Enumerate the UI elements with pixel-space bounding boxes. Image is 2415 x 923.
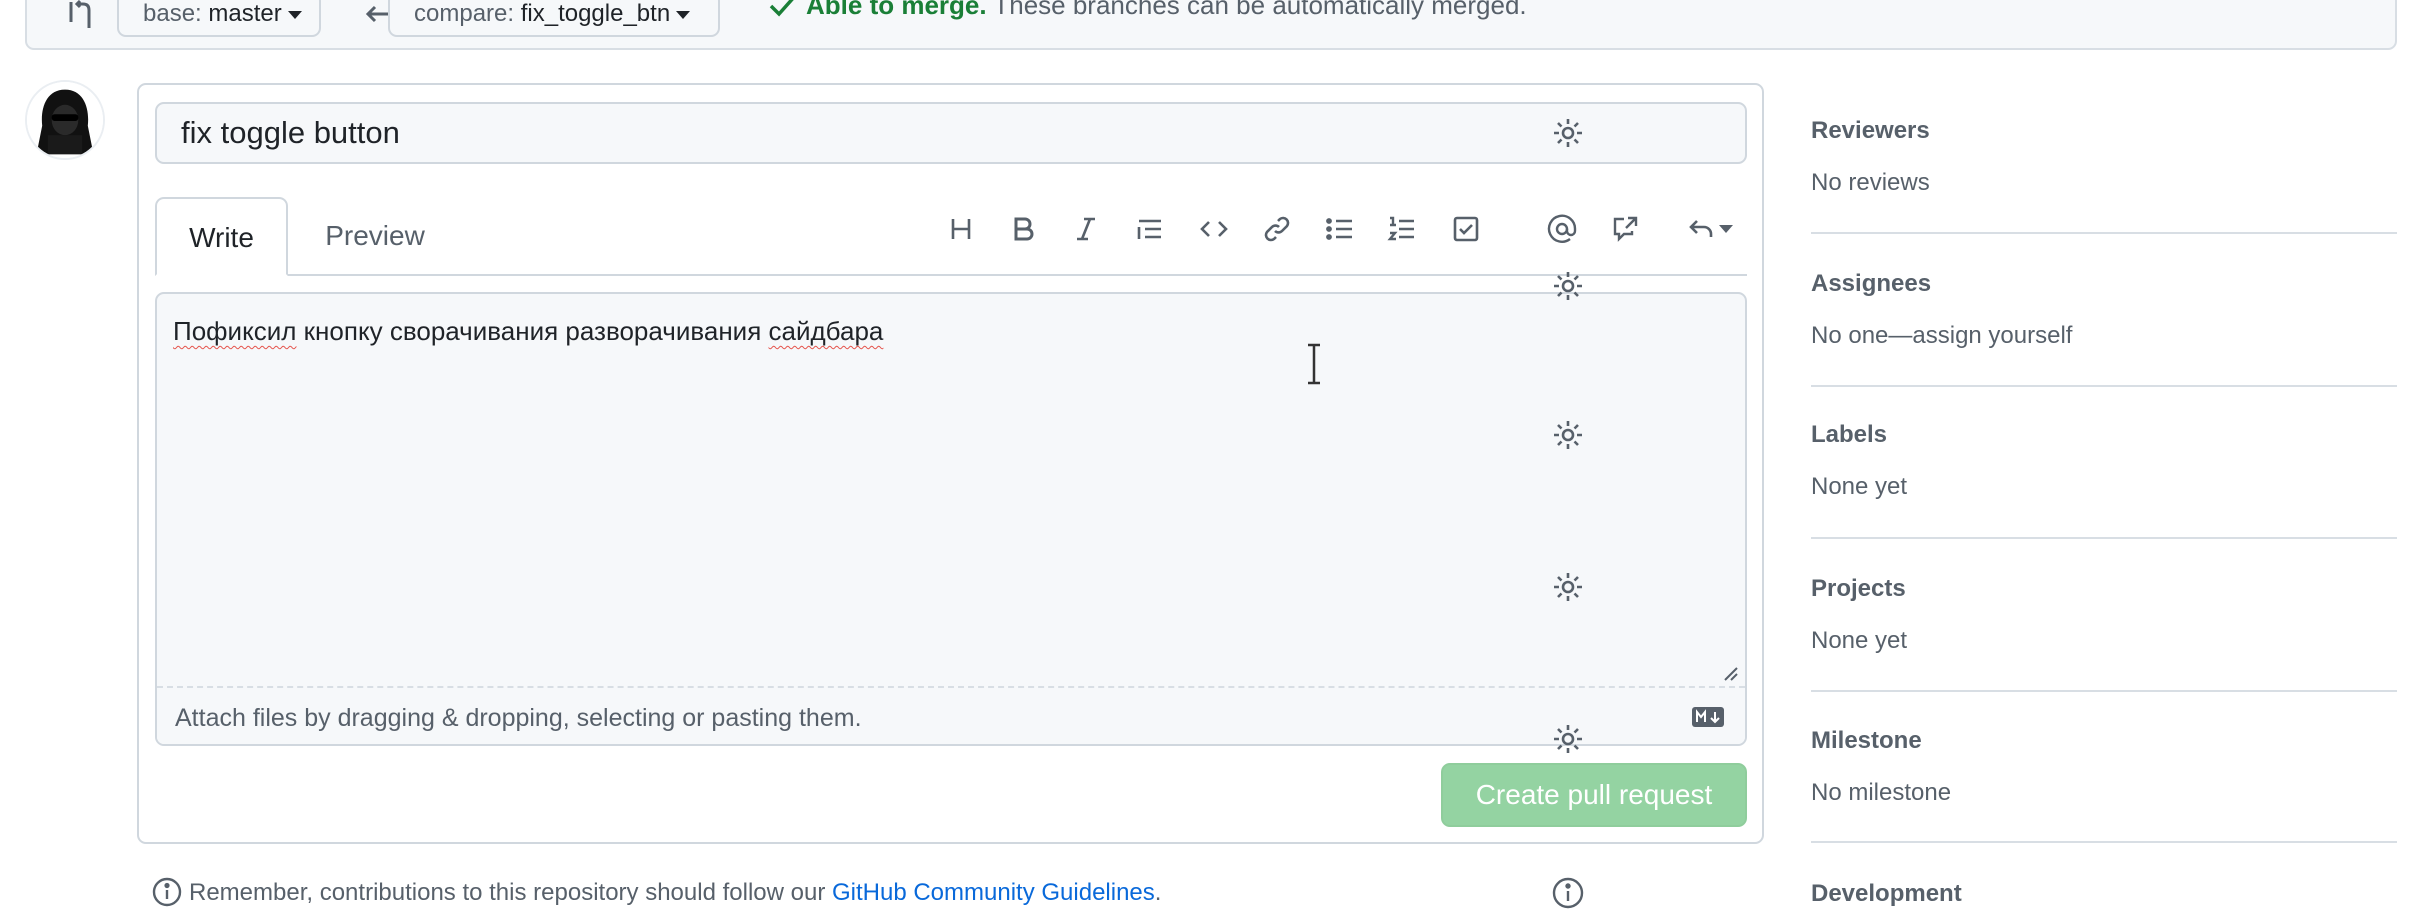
labels-gear-icon[interactable]	[1551, 418, 1585, 452]
projects-gear-icon[interactable]	[1551, 570, 1585, 604]
attach-files-bar[interactable]: Attach files by dragging & dropping, sel…	[157, 686, 1745, 744]
undo-icon[interactable]	[1680, 209, 1740, 249]
milestone-gear-icon[interactable]	[1551, 722, 1585, 756]
hooded-user-avatar-icon	[27, 82, 103, 158]
chevron-down-icon	[287, 10, 302, 19]
compare-label: compare:	[414, 0, 515, 27]
avatar[interactable]	[25, 80, 105, 160]
guidelines-text: Remember, contributions to this reposito…	[189, 879, 832, 906]
chevron-down-icon	[1719, 225, 1733, 233]
compare-bar: base: master compare: fix_toggle_btn Abl…	[25, 0, 2397, 50]
tab-write[interactable]: Write	[155, 197, 288, 276]
community-guidelines-link[interactable]: GitHub Community Guidelines	[832, 879, 1155, 906]
reviewers-title[interactable]: Reviewers	[1811, 117, 1930, 145]
info-icon	[152, 877, 182, 907]
labels-value: None yet	[1811, 473, 1908, 500]
base-label: base:	[143, 0, 202, 27]
check-icon	[769, 0, 794, 17]
guidelines-suffix: .	[1154, 879, 1162, 906]
link-icon[interactable]	[1257, 209, 1297, 249]
reviewers-gear-icon[interactable]	[1551, 116, 1585, 150]
heading-icon[interactable]	[941, 209, 981, 249]
sidebar-divider	[1811, 232, 2397, 234]
body-text-middle: кнопку сворачивания разворачивания	[303, 316, 762, 346]
code-icon[interactable]	[1194, 209, 1234, 249]
merge-ok-text: Able to merge.	[806, 0, 987, 20]
mention-icon[interactable]	[1542, 209, 1582, 249]
markdown-icon[interactable]	[1691, 706, 1725, 728]
info-icon[interactable]	[1551, 876, 1585, 910]
labels-title[interactable]: Labels	[1811, 421, 1887, 449]
projects-value: None yet	[1811, 627, 1908, 654]
resize-handle-icon[interactable]	[1721, 664, 1739, 682]
sidebar-divider	[1811, 841, 2397, 843]
merge-status: Able to merge. These branches can be aut…	[768, 0, 1527, 22]
development-title: Development	[1811, 880, 1962, 907]
quote-icon[interactable]	[1130, 209, 1170, 249]
sidebar-divider	[1811, 537, 2397, 539]
reviewers-value: No reviews	[1811, 169, 1930, 196]
title-input[interactable]: fix toggle button	[155, 102, 1747, 164]
chevron-down-icon	[676, 10, 691, 19]
task-list-icon[interactable]	[1446, 209, 1486, 249]
assignees-gear-icon[interactable]	[1551, 269, 1585, 303]
projects-title[interactable]: Projects	[1811, 575, 1906, 603]
text-cursor-icon	[1308, 343, 1320, 385]
cross-reference-icon[interactable]	[1605, 209, 1645, 249]
merge-detail-text: These branches can be automatically merg…	[993, 0, 1527, 20]
base-branch-name: master	[208, 0, 282, 27]
compare-branch-button[interactable]: compare: fix_toggle_btn	[388, 0, 720, 37]
compare-branches-icon	[69, 0, 91, 28]
sidebar-divider	[1811, 385, 2397, 387]
bold-icon[interactable]	[1003, 209, 1043, 249]
assignees-title[interactable]: Assignees	[1811, 270, 1931, 298]
milestone-value: No milestone	[1811, 779, 1952, 806]
assignees-value[interactable]: No one—assign yourself	[1811, 322, 2072, 350]
compare-branch-name: fix_toggle_btn	[520, 0, 671, 27]
create-pull-request-button[interactable]: Create pull request	[1441, 763, 1747, 827]
numbered-list-icon[interactable]	[1382, 209, 1422, 249]
comment-body-textarea[interactable]: Пофиксил кнопку сворачивания разворачива…	[155, 292, 1747, 746]
italic-icon[interactable]	[1066, 209, 1106, 249]
tab-preview[interactable]: Preview	[318, 197, 432, 276]
milestone-title[interactable]: Milestone	[1811, 727, 1922, 755]
misspelled-word: сайдбара	[768, 316, 884, 346]
attach-files-text: Attach files by dragging & dropping, sel…	[175, 704, 862, 732]
sidebar-divider	[1811, 690, 2397, 692]
bulleted-list-icon[interactable]	[1320, 209, 1360, 249]
base-branch-button[interactable]: base: master	[117, 0, 321, 37]
misspelled-word: Пофиксил	[173, 316, 297, 346]
comment-body-text: Пофиксил кнопку сворачивания разворачива…	[173, 316, 883, 347]
guidelines-note: Remember, contributions to this reposito…	[151, 876, 1161, 910]
